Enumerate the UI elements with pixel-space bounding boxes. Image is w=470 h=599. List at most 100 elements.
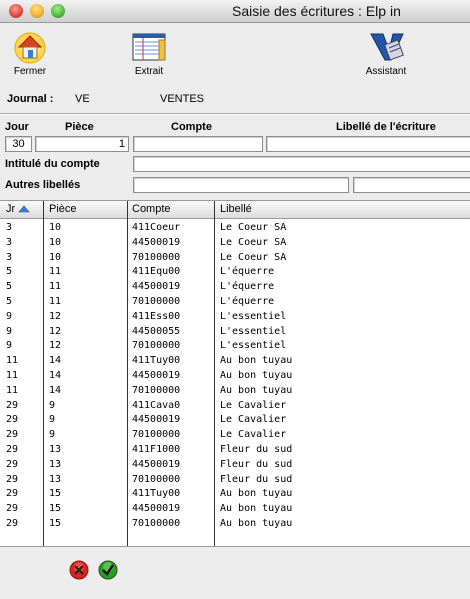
- row-piece: 15: [49, 488, 62, 500]
- row-compte: 70100000: [132, 518, 181, 529]
- row-libelle: Fleur du sud: [220, 473, 293, 485]
- table-row[interactable]: 29 15 411Tuy00 Au bon tuyau: [0, 487, 470, 502]
- extrait-button[interactable]: Extrait: [124, 30, 174, 77]
- table-row[interactable]: 29 13 44500019 Fleur du sud: [0, 458, 470, 473]
- row-compte: 70100000: [132, 384, 181, 396]
- autres-libelle-field-2[interactable]: [353, 177, 470, 193]
- title-bar: Saisie des écritures : Elp in: [0, 0, 470, 23]
- row-libelle: Le Coeur SA: [220, 236, 287, 248]
- assistant-label: Assistant: [365, 66, 407, 77]
- table-row[interactable]: 29 9 411Cava0 Le Cavalier: [0, 399, 470, 414]
- row-libelle: Au bon tuyau: [220, 384, 293, 396]
- table-row[interactable]: 11 14 44500019 Au bon tuyau: [0, 369, 470, 384]
- table-row[interactable]: 29 15 70100000 Au bon tuyau: [0, 517, 470, 532]
- row-jr: 3: [6, 236, 13, 248]
- table-row[interactable]: 9 12 44500055 L'essentiel: [0, 325, 470, 340]
- table-row[interactable]: 29 15 44500019 Au bon tuyau: [0, 502, 470, 517]
- table-row[interactable]: 3 10 411Coeur Le Coeur SA: [0, 221, 470, 236]
- row-jr: 11: [6, 370, 19, 381]
- row-libelle: Le Cavalier: [220, 429, 287, 441]
- row-piece: 13: [49, 458, 62, 470]
- row-libelle: L'équerre: [220, 296, 275, 307]
- window-title: Saisie des écritures : Elp in: [232, 3, 401, 19]
- column-header-compte[interactable]: Compte: [132, 203, 171, 215]
- row-piece: 10: [49, 251, 62, 263]
- row-libelle: L'équerre: [220, 266, 275, 278]
- jour-header: Jour: [5, 121, 29, 133]
- intitule-field[interactable]: [133, 156, 470, 172]
- table-row[interactable]: 9 12 411Ess00 L'essentiel: [0, 310, 470, 325]
- row-jr: 5: [6, 266, 13, 278]
- row-piece: 9: [49, 429, 56, 441]
- entries-list[interactable]: Jr Pièce Compte Libellé 3 10 411Coeur Le Co…: [0, 200, 470, 547]
- row-piece: 12: [49, 325, 62, 337]
- row-jr: 29: [6, 503, 19, 515]
- table-row[interactable]: 29 13 70100000 Fleur du sud: [0, 473, 470, 488]
- assistant-button[interactable]: Assistant: [358, 30, 414, 77]
- row-piece: 11: [49, 281, 62, 293]
- row-libelle: Fleur du sud: [220, 444, 293, 455]
- row-jr: 29: [6, 429, 19, 441]
- close-window-button[interactable]: [9, 4, 23, 18]
- row-libelle: L'essentiel: [220, 340, 287, 352]
- journal-code: VE: [75, 93, 90, 105]
- journal-name: VENTES: [160, 93, 205, 105]
- validate-button[interactable]: [98, 560, 118, 580]
- row-jr: 29: [6, 488, 19, 500]
- table-row[interactable]: 3 10 70100000 Le Coeur SA: [0, 251, 470, 266]
- row-piece: 10: [49, 236, 62, 248]
- row-compte: 411Cava0: [132, 399, 181, 411]
- piece-field[interactable]: 1: [35, 136, 129, 152]
- row-piece: 11: [49, 296, 62, 307]
- table-row[interactable]: 11 14 70100000 Au bon tuyau: [0, 384, 470, 399]
- row-libelle: L'essentiel: [220, 325, 287, 337]
- row-libelle: Au bon tuyau: [220, 503, 293, 515]
- row-piece: 13: [49, 473, 62, 485]
- fermer-button[interactable]: Fermer: [8, 30, 52, 77]
- column-header-jr[interactable]: Jr: [6, 203, 30, 215]
- cancel-icon: [69, 560, 89, 580]
- row-jr: 11: [6, 355, 19, 367]
- row-compte: 44500019: [132, 281, 181, 293]
- column-header-piece[interactable]: Pièce: [49, 203, 77, 215]
- extrait-label: Extrait: [134, 66, 164, 77]
- minimize-window-button[interactable]: [30, 4, 44, 18]
- zoom-window-button[interactable]: [51, 4, 65, 18]
- libelle-header: Libellé de l'écriture: [336, 121, 436, 133]
- row-compte: 44500019: [132, 503, 181, 515]
- row-compte: 70100000: [132, 473, 181, 485]
- table-row[interactable]: 29 9 70100000 Le Cavalier: [0, 428, 470, 443]
- row-libelle: Au bon tuyau: [220, 518, 293, 529]
- row-piece: 9: [49, 399, 56, 411]
- table-row[interactable]: 29 9 44500019 Le Cavalier: [0, 413, 470, 428]
- row-jr: 5: [6, 281, 13, 293]
- row-jr: 29: [6, 518, 19, 529]
- row-piece: 9: [49, 414, 56, 426]
- table-row[interactable]: 5 11 411Equ00 L'équerre: [0, 265, 470, 280]
- jour-field[interactable]: 30: [5, 136, 32, 152]
- table-row[interactable]: 29 13 411F1000 Fleur du sud: [0, 443, 470, 458]
- row-libelle: Au bon tuyau: [220, 355, 293, 367]
- table-row[interactable]: 5 11 70100000 L'équerre: [0, 295, 470, 310]
- row-compte: 44500019: [132, 236, 181, 248]
- journal-label: Journal :: [7, 93, 54, 105]
- separator: [0, 113, 470, 115]
- cancel-button[interactable]: [69, 560, 89, 580]
- autres-libelle-field-1[interactable]: [133, 177, 349, 193]
- row-compte: 44500019: [132, 458, 181, 470]
- sort-ascending-icon: [18, 205, 30, 213]
- ledger-icon: [132, 33, 166, 61]
- row-jr: 29: [6, 399, 19, 411]
- compte-field[interactable]: [133, 136, 263, 152]
- table-row[interactable]: 9 12 70100000 L'essentiel: [0, 339, 470, 354]
- row-piece: 12: [49, 310, 62, 322]
- row-piece: 14: [49, 370, 62, 381]
- table-row[interactable]: 11 14 411Tuy00 Au bon tuyau: [0, 354, 470, 369]
- column-header-libelle[interactable]: Libellé: [220, 203, 252, 215]
- row-compte: 44500019: [132, 414, 181, 426]
- row-libelle: L'équerre: [220, 281, 275, 293]
- table-row[interactable]: 3 10 44500019 Le Coeur SA: [0, 236, 470, 251]
- row-libelle: L'essentiel: [220, 310, 287, 322]
- libelle-field[interactable]: [266, 136, 470, 152]
- table-row[interactable]: 5 11 44500019 L'équerre: [0, 280, 470, 295]
